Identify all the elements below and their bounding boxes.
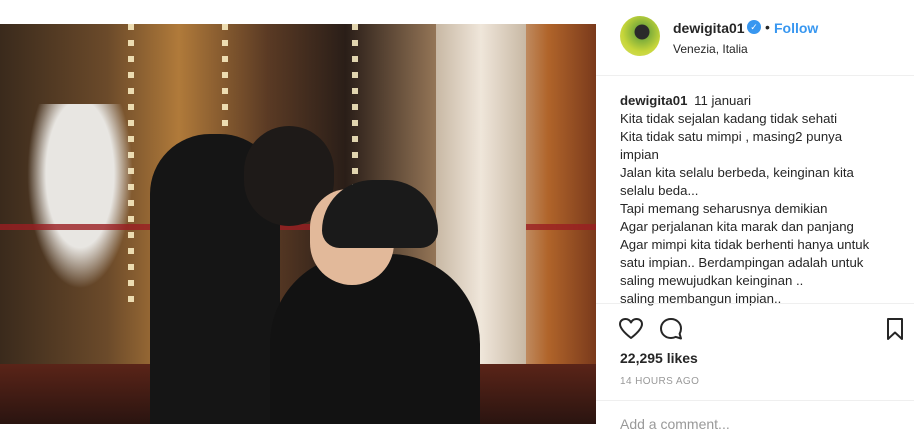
woman-figure bbox=[270, 254, 480, 424]
location-link[interactable]: Venezia, Italia bbox=[673, 42, 748, 56]
action-bar bbox=[596, 303, 914, 349]
heart-icon[interactable] bbox=[618, 316, 644, 342]
comment-area bbox=[596, 400, 914, 447]
comment-input[interactable] bbox=[620, 413, 890, 435]
avatar[interactable] bbox=[620, 16, 660, 56]
caption-line: Kita tidak satu mimpi , masing2 punya bbox=[620, 129, 843, 144]
separator-dot: • bbox=[765, 19, 770, 35]
caption-line: impian bbox=[620, 147, 659, 162]
caption-line: satu impian.. Berdampingan adalah untuk bbox=[620, 255, 864, 270]
post-photo[interactable] bbox=[0, 24, 596, 424]
caption-line: Agar perjalanan kita marak dan panjang bbox=[620, 219, 854, 234]
caption-line: Jalan kita selalu berbeda, keinginan kit… bbox=[620, 165, 854, 180]
caption-date: 11 januari bbox=[694, 93, 752, 108]
post-header: dewigita01 ✓ • Follow Venezia, Italia bbox=[596, 0, 914, 76]
caption-line: Agar mimpi kita tidak berhenti hanya unt… bbox=[620, 237, 870, 252]
caption-line: saling mewujudkan keinginan .. bbox=[620, 273, 804, 288]
post-timestamp[interactable]: 14 HOURS AGO bbox=[620, 376, 699, 387]
caption-line: Kita tidak sejalan kadang tidak sehati bbox=[620, 111, 838, 126]
username-link[interactable]: dewigita01 bbox=[673, 20, 745, 36]
bookmark-icon[interactable] bbox=[882, 316, 908, 342]
caption-username-link[interactable]: dewigita01 bbox=[620, 93, 687, 108]
caption-line: selalu beda... bbox=[620, 183, 699, 198]
caption-line: Tapi memang seharusnya demikian bbox=[620, 201, 828, 216]
follow-button[interactable]: Follow bbox=[774, 20, 818, 36]
post-sidebar: dewigita01 ✓ • Follow Venezia, Italia de… bbox=[596, 0, 914, 447]
comment-bubble-icon[interactable] bbox=[658, 316, 684, 342]
carousel-horse bbox=[20, 104, 140, 304]
verified-badge-icon: ✓ bbox=[747, 20, 761, 34]
post-caption: dewigita01 11 januari Kita tidak sejalan… bbox=[620, 92, 900, 308]
likes-count[interactable]: 22,295 likes bbox=[620, 350, 698, 366]
